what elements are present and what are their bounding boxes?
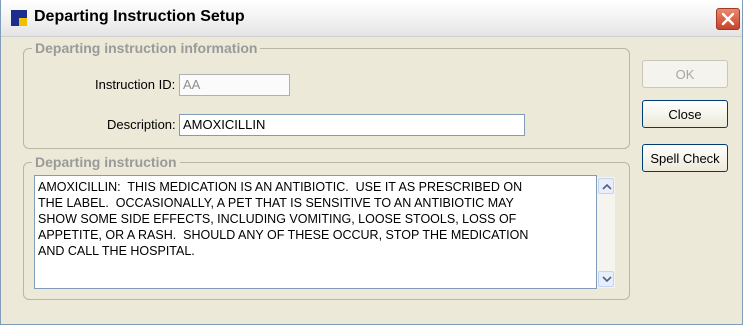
scroll-down-icon[interactable] [598, 271, 614, 287]
description-label: Description: [107, 117, 176, 132]
close-button[interactable]: Close [642, 100, 728, 128]
spell-check-button[interactable]: Spell Check [642, 144, 728, 172]
app-icon [11, 10, 27, 26]
window-title: Departing Instruction Setup [34, 8, 245, 25]
scroll-up-icon[interactable] [598, 178, 614, 194]
instruction-info-group-title: Departing instruction information [32, 40, 261, 56]
description-field[interactable]: AMOXICILLIN [179, 114, 525, 136]
vertical-scrollbar[interactable] [597, 177, 615, 288]
instruction-id-field[interactable]: AA [179, 74, 290, 96]
title-bar[interactable]: Departing Instruction Setup [1, 0, 742, 37]
ok-button[interactable]: OK [642, 60, 728, 88]
instruction-textarea[interactable]: AMOXICILLIN: THIS MEDICATION IS AN ANTIB… [34, 175, 615, 289]
dialog-window: Departing Instruction Setup Departing in… [0, 0, 743, 325]
instruction-id-label: Instruction ID: [95, 77, 176, 92]
departing-instruction-group-title: Departing instruction [32, 154, 180, 170]
close-icon[interactable] [716, 8, 740, 30]
instruction-text: AMOXICILLIN: THIS MEDICATION IS AN ANTIB… [38, 180, 529, 258]
